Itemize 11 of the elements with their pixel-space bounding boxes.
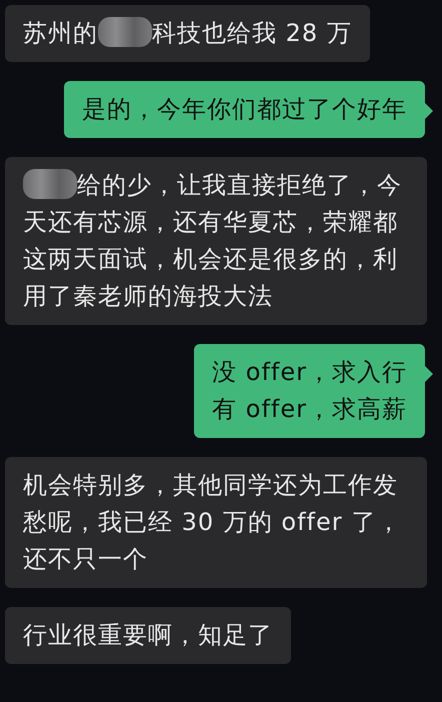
message-text: 天还有芯源，还有华夏芯，荣耀都这两天面试，机会还是很多的，利用了秦老师的海投大法: [23, 207, 399, 312]
message-text: 是的，今年你们都过了个好年: [82, 95, 407, 123]
message-text: 有 offer，求高薪: [212, 394, 407, 425]
message-text: 机会特别多，其他同学还为工作发愁呢，我已经 30 万的 offer 了，还不只一个: [23, 471, 402, 573]
message-text: 科技也给我 28 万: [152, 19, 352, 47]
message-text: 没 offer，求入行: [212, 357, 407, 388]
blurred-redaction: [23, 169, 77, 199]
message-text: 行业很重要啊，知足了: [23, 621, 273, 649]
message-text: 苏州的: [23, 19, 98, 47]
message-text: 给的少，让我直接拒绝了，今: [77, 171, 402, 199]
blurred-redaction: [98, 17, 152, 47]
